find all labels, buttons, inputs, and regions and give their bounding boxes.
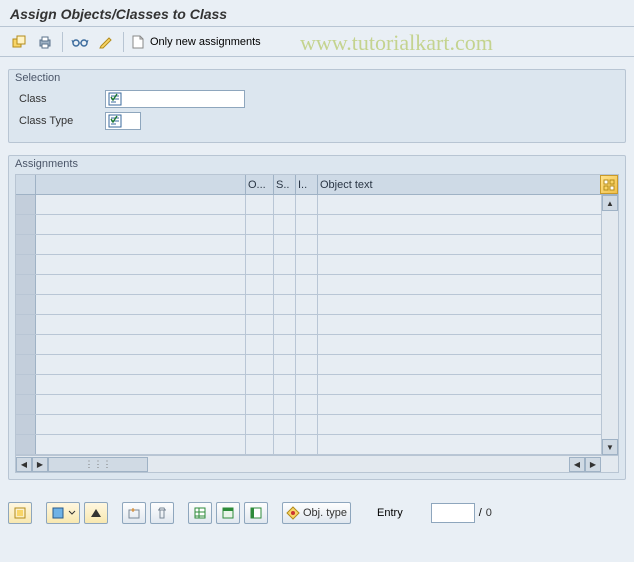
scroll-right-button[interactable]: ▶ bbox=[32, 457, 48, 472]
select-all-button[interactable] bbox=[8, 502, 32, 524]
toolbar-separator bbox=[123, 32, 124, 52]
search-help-icon bbox=[108, 114, 122, 128]
class-label: Class bbox=[19, 93, 99, 105]
col-txt[interactable]: Object text bbox=[318, 175, 600, 194]
col-blank[interactable] bbox=[36, 175, 246, 194]
table-row[interactable] bbox=[16, 435, 618, 455]
table-header: O... S.. I.. Object text bbox=[16, 175, 618, 195]
select-all-corner[interactable] bbox=[16, 175, 36, 194]
triangle-up-icon bbox=[90, 507, 102, 519]
overlap-squares-icon bbox=[11, 34, 27, 50]
col-i[interactable]: I.. bbox=[296, 175, 318, 194]
class-type-input[interactable] bbox=[105, 112, 141, 130]
edit-icon[interactable] bbox=[95, 31, 117, 53]
table-row[interactable] bbox=[16, 315, 618, 335]
table-row[interactable] bbox=[16, 335, 618, 355]
table-row[interactable] bbox=[16, 415, 618, 435]
spreadsheet-button-1[interactable] bbox=[188, 502, 212, 524]
sheet-green-icon bbox=[193, 506, 207, 520]
scroll-thumb[interactable]: ⋮⋮⋮ bbox=[48, 457, 148, 472]
blank-page-icon bbox=[130, 34, 146, 50]
diamond-icon bbox=[286, 506, 300, 520]
assignments-legend: Assignments bbox=[15, 158, 78, 170]
scroll-up-button[interactable]: ▲ bbox=[602, 195, 618, 211]
glasses-icon bbox=[71, 35, 89, 49]
new-assignment-icon[interactable] bbox=[8, 31, 30, 53]
new-entries-button[interactable] bbox=[122, 502, 146, 524]
sheet-green-cols-icon bbox=[249, 506, 263, 520]
configure-columns-icon[interactable] bbox=[600, 175, 618, 194]
sheet-green-alt-icon bbox=[221, 506, 235, 520]
assignments-group: Assignments O... S.. I.. Object text bbox=[8, 155, 626, 480]
collapse-up-button[interactable] bbox=[84, 502, 108, 524]
main-toolbar: Only new assignments bbox=[0, 27, 634, 57]
table-row[interactable] bbox=[16, 395, 618, 415]
obj-type-label: Obj. type bbox=[303, 507, 347, 519]
spreadsheet-button-2[interactable] bbox=[216, 502, 240, 524]
only-new-assignments-toggle[interactable]: Only new assignments bbox=[130, 34, 261, 50]
table-row[interactable] bbox=[16, 195, 618, 215]
col-obj[interactable]: O... bbox=[246, 175, 274, 194]
vertical-scrollbar[interactable]: ▲ ▼ bbox=[601, 195, 618, 455]
slash-label: / bbox=[479, 507, 482, 519]
block-select-icon bbox=[51, 506, 65, 520]
col-s[interactable]: S.. bbox=[274, 175, 296, 194]
spreadsheet-button-3[interactable] bbox=[244, 502, 268, 524]
class-input[interactable] bbox=[105, 90, 245, 108]
print-icon[interactable] bbox=[34, 31, 56, 53]
selection-menu-button[interactable] bbox=[46, 502, 80, 524]
table-row[interactable] bbox=[16, 235, 618, 255]
selection-group: Selection Class Class Type bbox=[8, 69, 626, 143]
trash-icon bbox=[155, 506, 169, 520]
delete-button[interactable] bbox=[150, 502, 174, 524]
table-row[interactable] bbox=[16, 295, 618, 315]
config-grid-icon bbox=[603, 179, 615, 191]
table-body: ▲ ▼ bbox=[16, 195, 618, 455]
table-row[interactable] bbox=[16, 355, 618, 375]
entry-total: 0 bbox=[486, 507, 516, 519]
entry-number-input[interactable] bbox=[431, 503, 475, 523]
horizontal-scrollbar[interactable]: ◀ ▶ ⋮⋮⋮ ◀ ▶ bbox=[16, 455, 618, 472]
toolbar-separator bbox=[62, 32, 63, 52]
selection-legend: Selection bbox=[15, 72, 60, 84]
class-type-label: Class Type bbox=[19, 115, 99, 127]
entry-label: Entry bbox=[377, 507, 403, 519]
only-new-label: Only new assignments bbox=[150, 36, 261, 48]
eyeglasses-icon[interactable] bbox=[69, 31, 91, 53]
search-help-icon bbox=[108, 92, 122, 106]
scroll-right-end-button[interactable]: ▶ bbox=[585, 457, 601, 472]
obj-type-button[interactable]: Obj. type bbox=[282, 502, 351, 524]
table-row[interactable] bbox=[16, 215, 618, 235]
footer-toolbar: Obj. type Entry / 0 bbox=[0, 492, 634, 532]
pencil-icon bbox=[98, 34, 114, 50]
scroll-down-button[interactable]: ▼ bbox=[602, 439, 618, 455]
table-row[interactable] bbox=[16, 275, 618, 295]
assignments-table: O... S.. I.. Object text bbox=[15, 174, 619, 473]
select-all-icon bbox=[13, 506, 27, 520]
chevron-down-icon bbox=[68, 509, 76, 517]
grid-plus-icon bbox=[127, 506, 141, 520]
table-row[interactable] bbox=[16, 255, 618, 275]
page-title: Assign Objects/Classes to Class bbox=[0, 0, 634, 27]
printer-icon bbox=[37, 34, 53, 50]
scroll-left-end-button[interactable]: ◀ bbox=[569, 457, 585, 472]
table-row[interactable] bbox=[16, 375, 618, 395]
scroll-left-button[interactable]: ◀ bbox=[16, 457, 32, 472]
